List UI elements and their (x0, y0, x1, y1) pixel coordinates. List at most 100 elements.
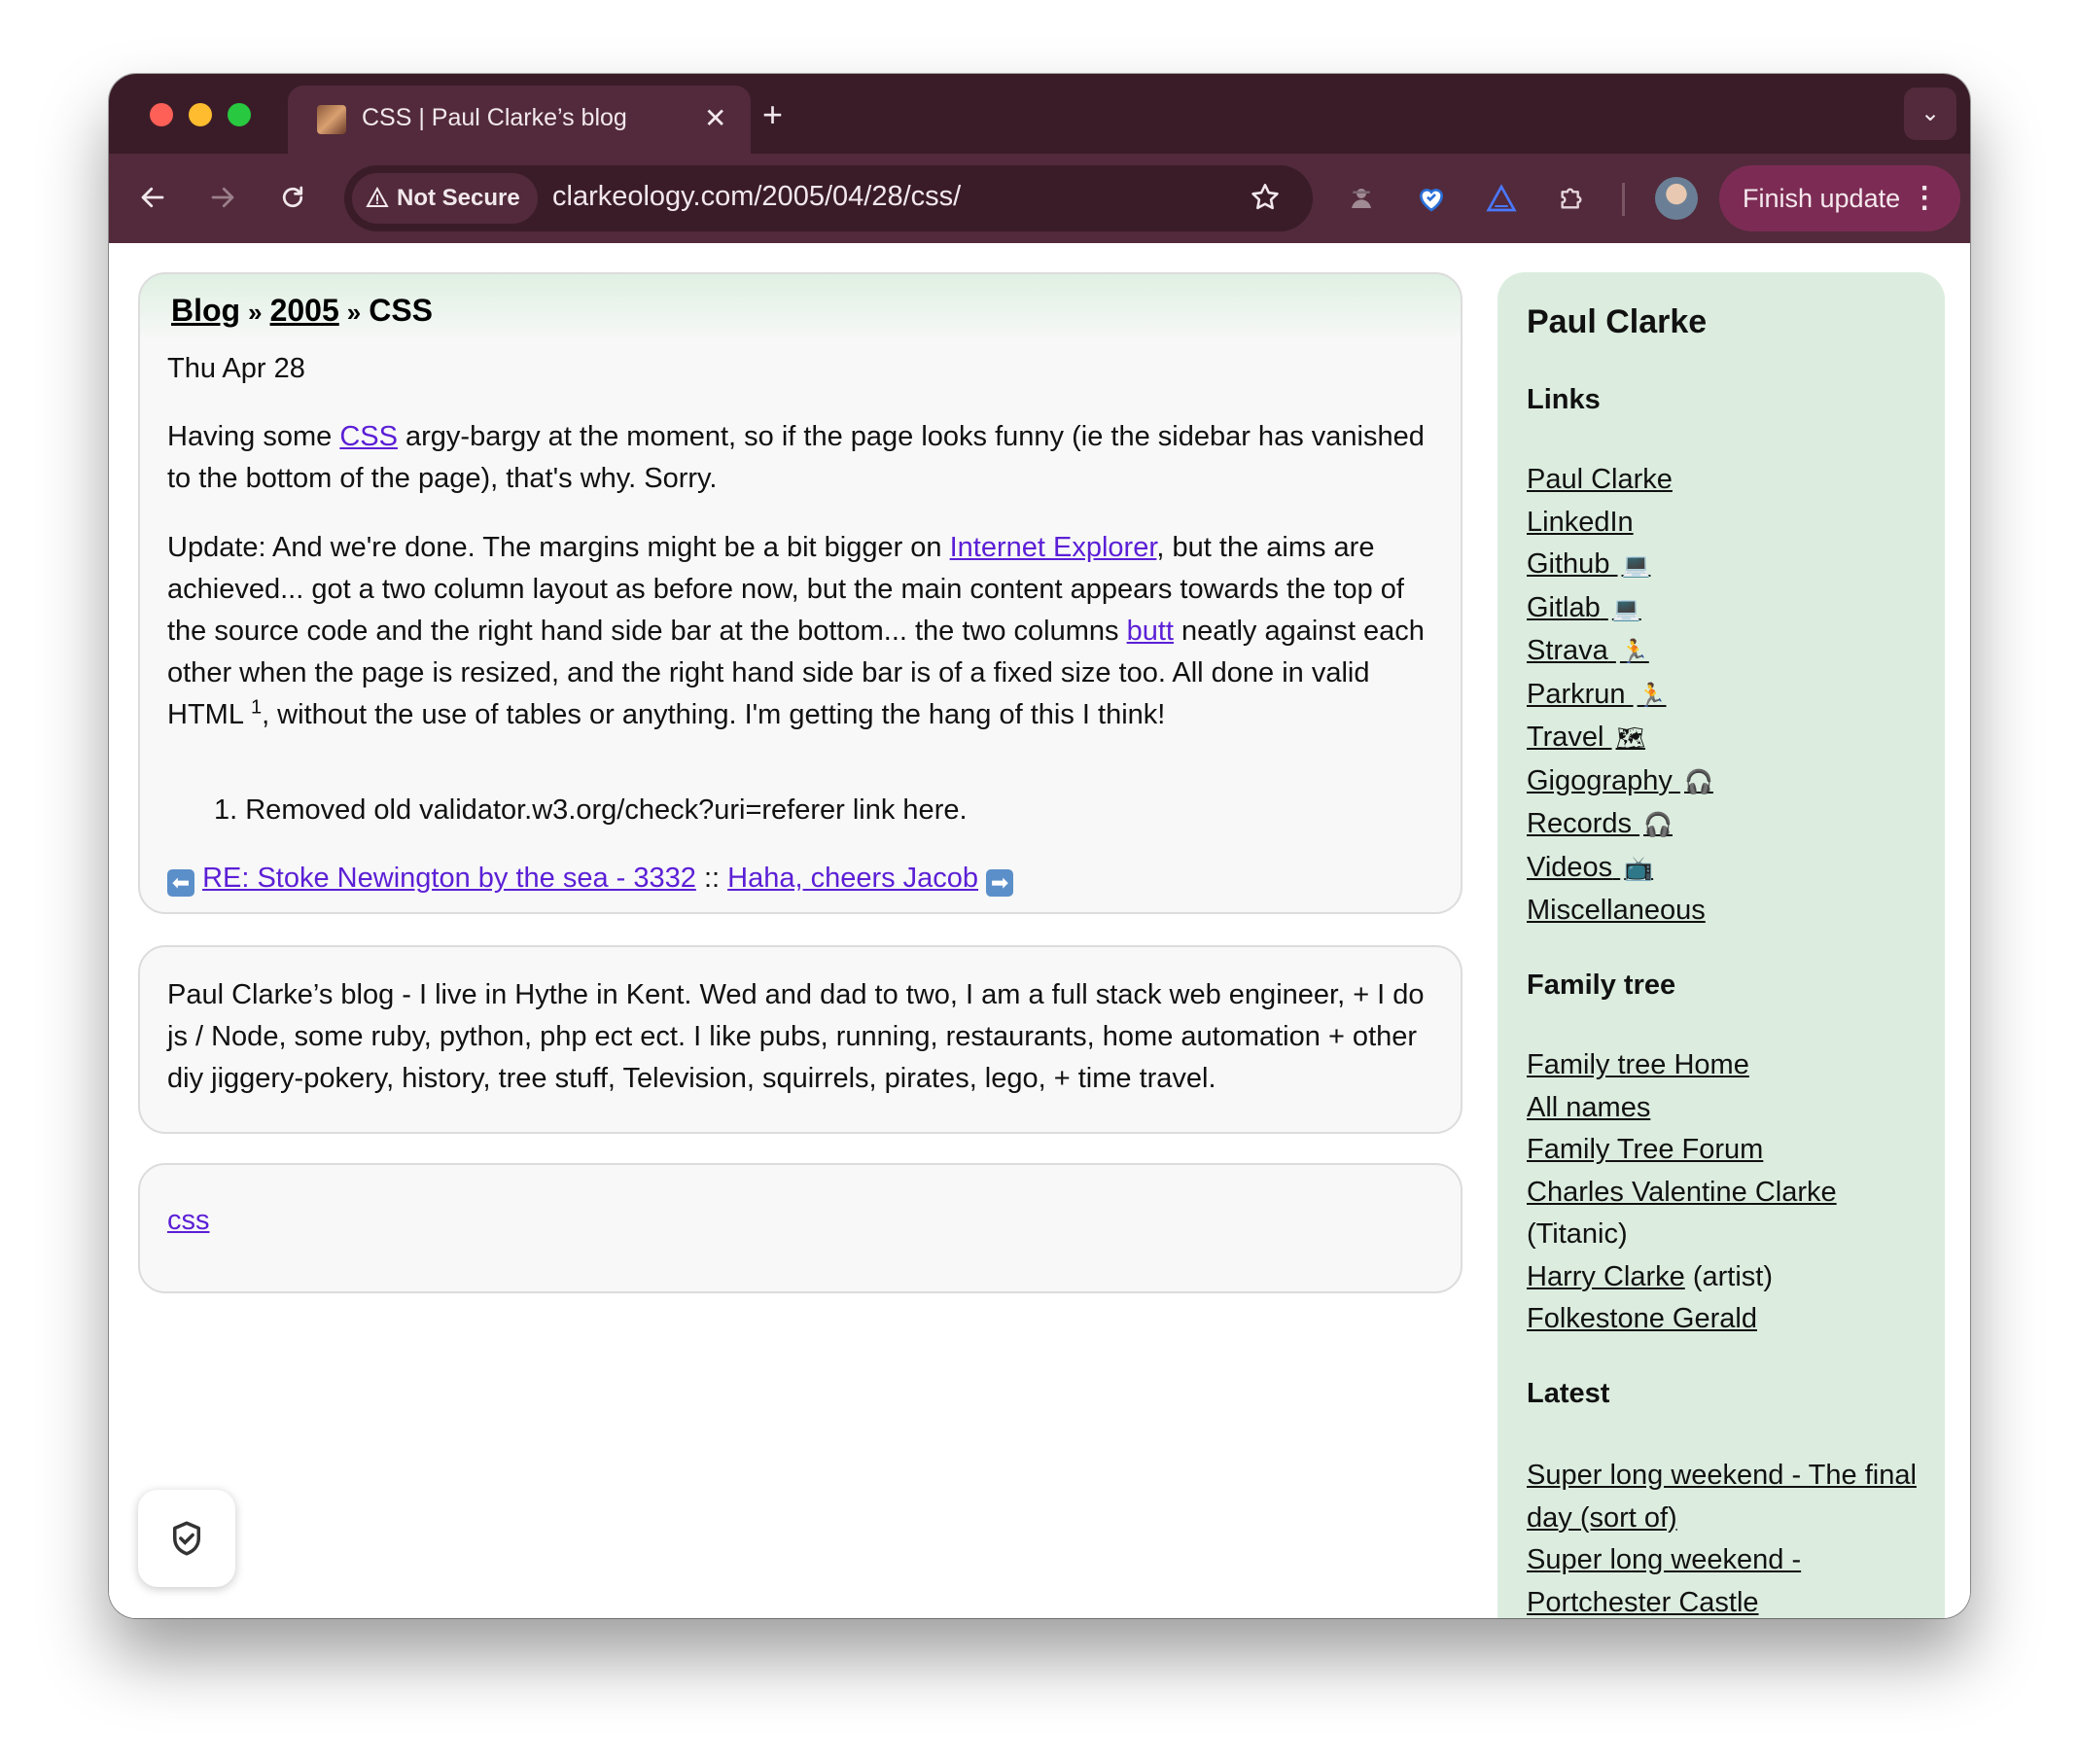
arrow-left-icon (141, 187, 164, 208)
link-label: Videos (1527, 851, 1613, 883)
breadcrumb-year-link[interactable]: 2005 (270, 293, 339, 328)
family-tree-list: Family tree Home All names Family Tree F… (1527, 1044, 1935, 1341)
link-label: Gigography (1527, 764, 1673, 796)
all-names-link[interactable]: All names (1527, 1092, 1650, 1123)
heart-shield-extension-icon[interactable] (1408, 175, 1455, 222)
latest-post-link[interactable]: Super long weekend - Portchester Castle (1527, 1544, 1801, 1618)
minimize-window-button[interactable] (189, 103, 212, 126)
footnote-ref[interactable]: 1 (251, 696, 262, 718)
links-heading: Links (1527, 384, 1601, 415)
arrow-right-icon (211, 187, 234, 208)
triangle-logo-extension-icon[interactable] (1478, 175, 1525, 222)
browser-toolbar: Not Secure clarkeology.com/2005/04/28/cs… (109, 154, 1970, 243)
list-item: Folkestone Gerald (1527, 1298, 1935, 1341)
link-label: Gitlab (1527, 591, 1601, 623)
favicon-icon (317, 105, 346, 134)
family-tree-forum-link[interactable]: Family Tree Forum (1527, 1134, 1763, 1165)
arrow-right-icon: ➡ (986, 869, 1014, 897)
breadcrumb-blog-link[interactable]: Blog (171, 293, 240, 328)
link-label: Travel (1527, 722, 1604, 753)
family-tree-home-link[interactable]: Family tree Home (1527, 1049, 1749, 1080)
footnote-ref-link[interactable]: 1 (251, 696, 262, 718)
puzzle-extensions-icon[interactable] (1548, 175, 1595, 222)
privacy-shield-button[interactable] (138, 1490, 235, 1587)
spy-extension-icon[interactable] (1338, 175, 1385, 222)
maximize-window-button[interactable] (228, 103, 251, 126)
link-label: Github (1527, 548, 1610, 580)
url-text[interactable]: clarkeology.com/2005/04/28/css/ (552, 181, 961, 213)
profile-avatar[interactable] (1655, 177, 1698, 220)
list-item: LinkedIn (1527, 502, 1935, 545)
sidebar-link[interactable]: Travel 🗺 (1527, 722, 1645, 753)
sidebar-link[interactable]: Records 🎧 (1527, 808, 1673, 839)
breadcrumb-separator: » (248, 298, 263, 327)
reload-button[interactable] (268, 173, 317, 222)
chevron-down-icon: ⌄ (1920, 100, 1941, 126)
text: , without the use of tables or anything.… (262, 699, 1166, 730)
headphones-icon: 🎧 (1684, 768, 1713, 795)
nav-separator: :: (703, 863, 721, 894)
close-window-button[interactable] (150, 103, 173, 126)
television-icon: 📺 (1624, 855, 1654, 882)
text: Update: And we're done. The margins migh… (167, 532, 950, 563)
link-label: Records (1527, 808, 1632, 839)
post-navigation: ⬅ RE: Stoke Newington by the sea - 3332 … (167, 858, 1014, 900)
not-secure-chip[interactable]: Not Secure (352, 173, 538, 224)
tab-bar: CSS | Paul Clarke’s blog ✕ + ⌄ (109, 74, 1970, 154)
list-item: Family Tree Forum (1527, 1129, 1935, 1172)
breadcrumb: Blog» 2005» CSS (171, 290, 433, 334)
post-paragraph-1: Having some CSS argy-bargy at the moment… (167, 416, 1441, 500)
sidebar-link[interactable]: Github 💻 (1527, 548, 1650, 580)
finish-update-button[interactable]: Finish update ⋮ (1719, 165, 1961, 231)
list-item: Gitlab 💻 (1527, 587, 1935, 631)
laptop-icon: 💻 (1621, 552, 1651, 579)
post-date: Thu Apr 28 (167, 353, 305, 384)
sidebar-link[interactable]: LinkedIn (1527, 507, 1634, 538)
about-card: Paul Clarke’s blog - I live in Hythe in … (138, 945, 1462, 1134)
list-item: Super long weekend - Portchester Castle (1527, 1539, 1930, 1618)
list-item: Videos 📺 (1527, 847, 1935, 891)
tag-css-link[interactable]: css (167, 1200, 210, 1242)
post-card: Blog» 2005» CSS Thu Apr 28 Having some CSS… (138, 272, 1462, 914)
about-text: Paul Clarke’s blog - I live in Hythe in … (167, 979, 1425, 1094)
tab-active[interactable]: CSS | Paul Clarke’s blog ✕ (288, 86, 751, 154)
vertical-dots-icon[interactable]: ⋮ (1910, 165, 1939, 231)
browser-window: CSS | Paul Clarke’s blog ✕ + ⌄ Not Secur… (109, 74, 1970, 1618)
next-post-link[interactable]: Haha, cheers Jacob (727, 863, 978, 894)
sidebar-link[interactable]: Miscellaneous (1527, 895, 1706, 926)
sidebar-link[interactable]: Strava 🏃 (1527, 635, 1649, 666)
previous-post-link[interactable]: RE: Stoke Newington by the sea - 3332 (202, 863, 696, 894)
address-bar[interactable]: Not Secure clarkeology.com/2005/04/28/cs… (344, 165, 1313, 231)
sidebar-link[interactable]: Videos 📺 (1527, 852, 1653, 883)
charles-clarke-link[interactable]: Charles Valentine Clarke (1527, 1177, 1837, 1208)
tab-search-button[interactable]: ⌄ (1904, 88, 1956, 140)
list-item: Family tree Home (1527, 1044, 1935, 1087)
sidebar-link[interactable]: Gitlab 💻 (1527, 592, 1641, 623)
sidebar-link[interactable]: Parkrun 🏃 (1527, 679, 1667, 710)
new-tab-button[interactable]: + (762, 97, 783, 132)
tab-close-icon[interactable]: ✕ (704, 103, 726, 134)
latest-heading: Latest (1527, 1378, 1610, 1409)
harry-clarke-link[interactable]: Harry Clarke (1527, 1261, 1685, 1292)
butt-link[interactable]: butt (1127, 616, 1174, 647)
footnote-item: 1. Removed old validator.w3.org/check?ur… (214, 794, 968, 826)
headphones-icon: 🎧 (1643, 812, 1673, 838)
list-item: Records 🎧 (1527, 803, 1935, 847)
reload-icon (282, 186, 303, 208)
warning-triangle-icon (366, 186, 389, 207)
back-button[interactable] (128, 173, 177, 222)
sidebar-link[interactable]: Gigography 🎧 (1527, 765, 1713, 796)
bookmark-star-icon[interactable] (1249, 177, 1282, 223)
latest-post-link[interactable]: Super long weekend - The final day (sort… (1527, 1460, 1917, 1534)
list-item: Super long weekend - The final day (sort… (1527, 1455, 1930, 1539)
internet-explorer-link[interactable]: Internet Explorer (950, 532, 1157, 563)
link-label: Parkrun (1527, 678, 1626, 710)
toolbar-divider (1622, 183, 1625, 216)
folkestone-gerald-link[interactable]: Folkestone Gerald (1527, 1303, 1757, 1334)
sidebar-link[interactable]: Paul Clarke (1527, 464, 1673, 495)
list-item: Miscellaneous (1527, 890, 1935, 933)
not-secure-label: Not Secure (397, 185, 520, 211)
family-tree-heading: Family tree (1527, 970, 1676, 1001)
forward-button[interactable] (198, 173, 247, 222)
css-link[interactable]: CSS (339, 421, 398, 452)
